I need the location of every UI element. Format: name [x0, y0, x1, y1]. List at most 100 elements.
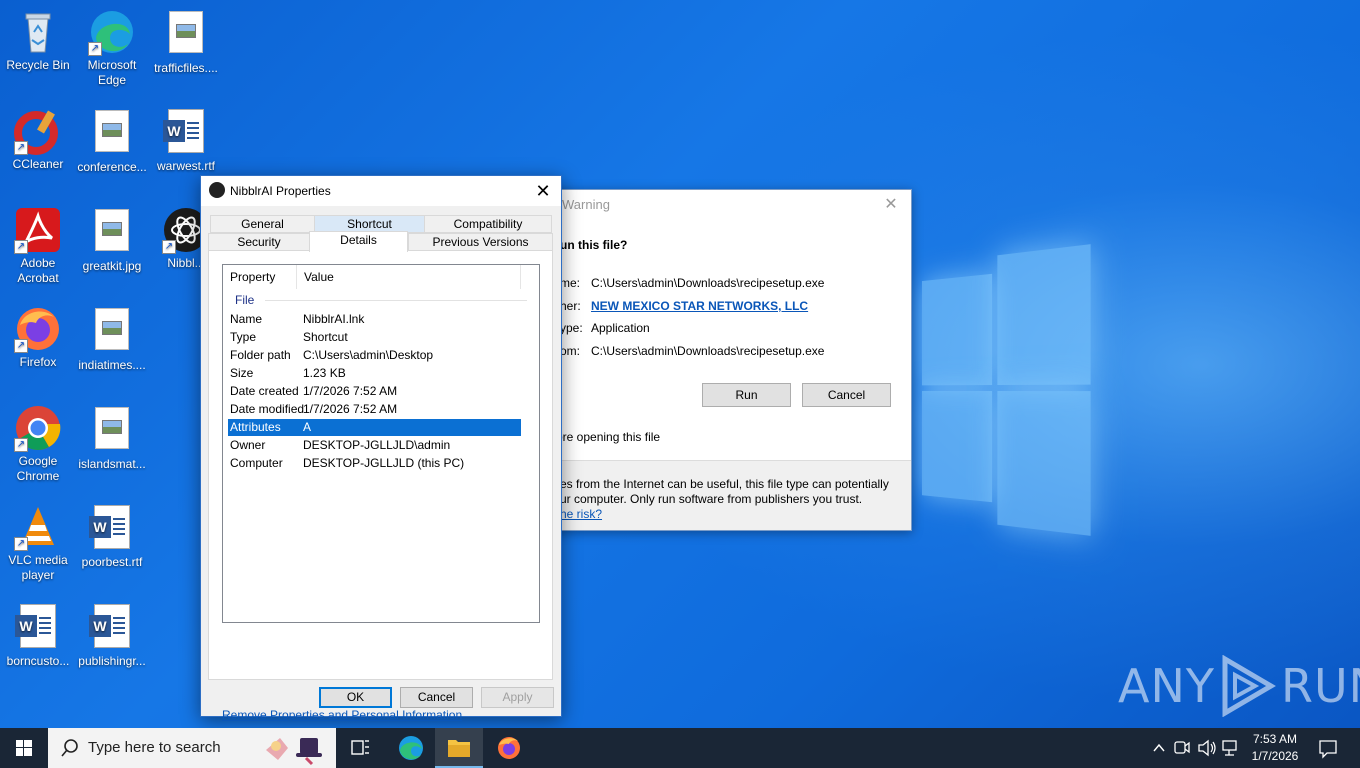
- search-icon: [61, 739, 78, 757]
- table-row[interactable]: Date modified 1/7/2026 7:52 AM: [228, 401, 521, 418]
- warning-type-row: ype: Application: [560, 321, 650, 335]
- desktop-icon-edge[interactable]: ↗ Microsoft Edge: [74, 8, 150, 88]
- table-row[interactable]: Computer DESKTOP-JGLLJLD (this PC): [228, 455, 521, 472]
- warning-question: un this file?: [560, 238, 628, 252]
- taskbar-file-explorer[interactable]: [435, 728, 483, 768]
- desktop-icon-recycle-bin[interactable]: Recycle Bin: [0, 8, 76, 73]
- details-panel: Property Value File Name NibblrAI.lnk Typ…: [208, 250, 553, 722]
- table-row-selected[interactable]: Attributes A: [228, 419, 521, 436]
- table-row[interactable]: Name NibblrAI.lnk: [228, 311, 521, 328]
- tab-details[interactable]: Details: [309, 231, 408, 252]
- desktop-icon-acrobat[interactable]: ↗ Adobe Acrobat: [0, 206, 76, 286]
- chevron-up-icon: [1153, 743, 1165, 752]
- play-logo-icon: [1222, 655, 1276, 717]
- table-row[interactable]: Size 1.23 KB: [228, 365, 521, 382]
- chrome-icon: ↗: [14, 404, 62, 452]
- tab-previous-versions[interactable]: Previous Versions: [408, 233, 553, 251]
- search-highlight-icon: [266, 738, 322, 766]
- cancel-button[interactable]: Cancel: [802, 383, 891, 407]
- tab-security[interactable]: Security: [208, 233, 310, 251]
- taskbar-edge[interactable]: [387, 728, 435, 768]
- edge-icon: ↗: [88, 8, 136, 56]
- tray-volume[interactable]: [1196, 728, 1218, 768]
- desktop-icon-warwest[interactable]: W warwest.rtf: [148, 107, 224, 174]
- warning-from-row: om: C:\Users\admin\Downloads\recipesetup…: [560, 344, 825, 358]
- word-document-icon: W: [163, 109, 204, 153]
- group-header-file: File: [235, 293, 255, 307]
- desktop-icon-borncusto[interactable]: W borncusto...: [0, 602, 76, 669]
- firefox-icon: ↗: [14, 305, 62, 353]
- group-divider: [265, 300, 527, 301]
- camera-icon: [1174, 741, 1190, 754]
- warning-close-button[interactable]: ✕: [879, 194, 903, 216]
- word-document-icon: W: [89, 505, 130, 549]
- search-placeholder: Type here to search: [88, 739, 221, 756]
- edge-icon: [399, 736, 423, 760]
- properties-titlebar: NibblrAI Properties ✕: [201, 176, 561, 206]
- table-row[interactable]: Folder path C:\Users\admin\Desktop: [228, 347, 521, 364]
- windows-start-icon: [16, 740, 32, 756]
- tab-compatibility[interactable]: Compatibility: [424, 215, 552, 233]
- firefox-icon: [498, 737, 520, 759]
- notification-icon: [1319, 740, 1337, 759]
- task-view-icon: [351, 740, 369, 755]
- image-file-icon: [95, 308, 129, 350]
- ccleaner-icon: ↗: [14, 107, 62, 155]
- remove-properties-link[interactable]: Remove Properties and Personal Informati…: [222, 708, 462, 722]
- apply-button[interactable]: Apply: [481, 687, 554, 708]
- desktop-icon-chrome[interactable]: ↗ Google Chrome: [0, 404, 76, 484]
- column-header-value[interactable]: Value: [297, 265, 521, 289]
- search-box[interactable]: Type here to search: [48, 728, 336, 768]
- task-view-button[interactable]: [336, 728, 384, 768]
- show-hidden-icons-button[interactable]: [1150, 728, 1168, 768]
- warning-titlebar: Warning ✕: [546, 190, 911, 220]
- warning-publisher-row: her: NEW MEXICO STAR NETWORKS, LLC: [560, 299, 809, 313]
- security-warning-dialog: Warning ✕ un this file? me: C:\Users\adm…: [545, 189, 912, 531]
- taskbar: Type here to search 7:53 AM 1/7/2026: [0, 728, 1360, 768]
- properties-dialog: NibblrAI Properties ✕ General Shortcut C…: [200, 175, 562, 722]
- always-ask-checkbox-label[interactable]: ore opening this file: [556, 430, 660, 444]
- desktop-icon-publishingr[interactable]: W publishingr...: [74, 602, 150, 669]
- table-row[interactable]: Owner DESKTOP-JGLLJLD\admin: [228, 437, 521, 454]
- network-icon: [1222, 740, 1237, 756]
- taskbar-firefox[interactable]: [485, 728, 533, 768]
- cancel-button[interactable]: Cancel: [400, 687, 473, 708]
- table-row[interactable]: Date created 1/7/2026 7:52 AM: [228, 383, 521, 400]
- table-row[interactable]: Type Shortcut: [228, 329, 521, 346]
- column-header-property[interactable]: Property: [223, 265, 297, 289]
- clock[interactable]: 7:53 AM 1/7/2026: [1244, 731, 1306, 765]
- nibblrai-icon: [209, 182, 225, 198]
- desktop-icon-trafficfiles[interactable]: trafficfiles....: [148, 8, 224, 76]
- warning-title: Warning: [562, 197, 610, 212]
- desktop-icon-ccleaner[interactable]: ↗ CCleaner: [0, 107, 76, 172]
- risk-link[interactable]: he risk?: [560, 507, 911, 522]
- image-file-icon: [95, 209, 129, 251]
- notification-center-button[interactable]: [1312, 728, 1344, 768]
- desktop-icon-vlc[interactable]: ↗ VLC media player: [0, 503, 76, 583]
- desktop-icon-poorbest[interactable]: W poorbest.rtf: [74, 503, 150, 570]
- image-file-icon: [95, 110, 129, 152]
- details-list[interactable]: Property Value File Name NibblrAI.lnk Typ…: [222, 264, 540, 623]
- publisher-link[interactable]: NEW MEXICO STAR NETWORKS, LLC: [591, 299, 808, 313]
- close-icon[interactable]: ✕: [529, 178, 557, 204]
- warning-info: es from the Internet can be useful, this…: [546, 461, 911, 522]
- desktop-icon-conference[interactable]: conference...: [74, 107, 150, 175]
- acrobat-icon: ↗: [14, 206, 62, 254]
- desktop-icon-greatkit[interactable]: greatkit.jpg: [74, 206, 150, 274]
- tab-general[interactable]: General: [210, 215, 315, 233]
- warning-name-row: me: C:\Users\admin\Downloads\recipesetup…: [560, 276, 825, 290]
- start-button[interactable]: [0, 728, 48, 768]
- image-file-icon: [95, 407, 129, 449]
- anyrun-watermark: ANY RUN: [1118, 655, 1360, 717]
- recycle-bin-icon: [14, 8, 62, 56]
- desktop-icon-islandsmat[interactable]: islandsmat...: [74, 404, 150, 472]
- warning-body: un this file? me: C:\Users\admin\Downloa…: [546, 220, 911, 460]
- folder-icon: [448, 740, 470, 757]
- tray-network[interactable]: [1220, 728, 1242, 768]
- run-button[interactable]: Run: [702, 383, 791, 407]
- desktop-icon-indiatimes[interactable]: indiatimes....: [74, 305, 150, 373]
- ok-button[interactable]: OK: [319, 687, 392, 708]
- vlc-icon: ↗: [14, 503, 62, 551]
- desktop-icon-firefox[interactable]: ↗ Firefox: [0, 305, 76, 370]
- tray-meet-now[interactable]: [1172, 728, 1192, 768]
